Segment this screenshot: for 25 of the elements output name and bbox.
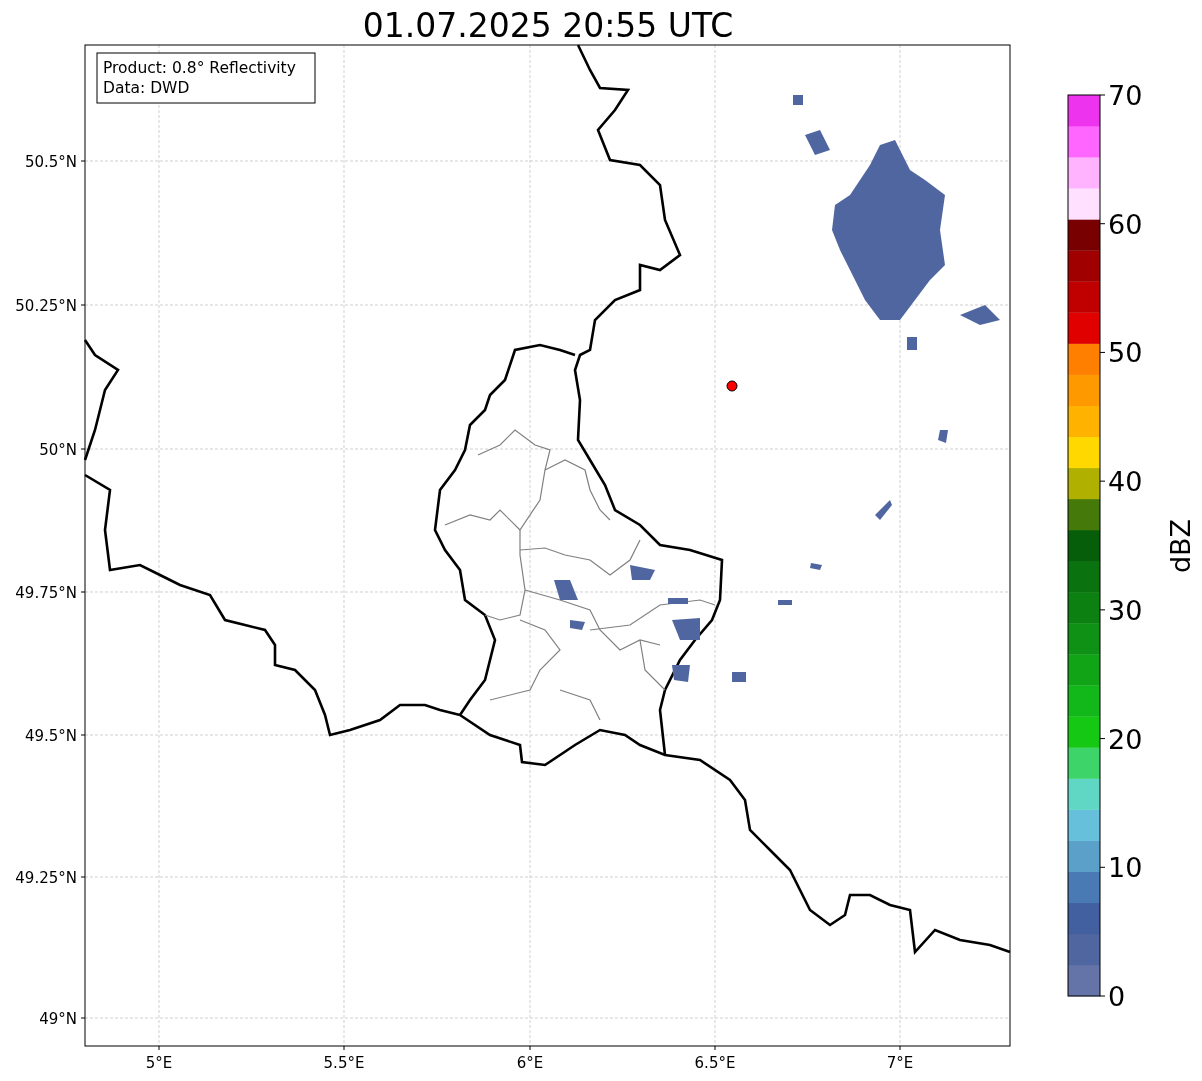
radar-site-marker [726,380,738,392]
colorbar-tick-label: 40 [1108,466,1143,498]
colorbar-tick-label: 50 [1108,337,1143,369]
latitude-label: 50.25°N [15,297,77,315]
latitude-label: 49.75°N [15,584,77,602]
colorbar-tick-label: 20 [1108,723,1143,755]
longitude-label: 5.5°E [323,1054,365,1072]
colorbar-tick-label: 10 [1108,852,1143,884]
info-text: Product: 0.8° Reflectivity [103,59,296,77]
latitude-label: 49°N [39,1010,77,1028]
longitude-label: 5°E [145,1054,173,1072]
latitude-label: 49.5°N [24,727,77,745]
latitude-label: 50°N [39,441,77,459]
colorbar-tick-label: 0 [1108,981,1126,1012]
latitude-label: 49.25°N [15,869,77,887]
longitude-label: 7°E [886,1054,914,1072]
colorbar-title: dBZ [1165,518,1196,574]
info-text: Data: DWD [103,79,190,97]
colorbar-tick-label: 70 [1108,80,1143,111]
latitude-label: 50.5°N [24,153,77,171]
colorbar-tick-label: 30 [1108,594,1143,626]
longitude-label: 6°E [516,1054,544,1072]
longitude-label: 6.5°E [694,1054,736,1072]
chart-title: 01.07.2025 20:55 UTC [362,6,734,45]
colorbar-tick-label: 60 [1108,208,1143,240]
